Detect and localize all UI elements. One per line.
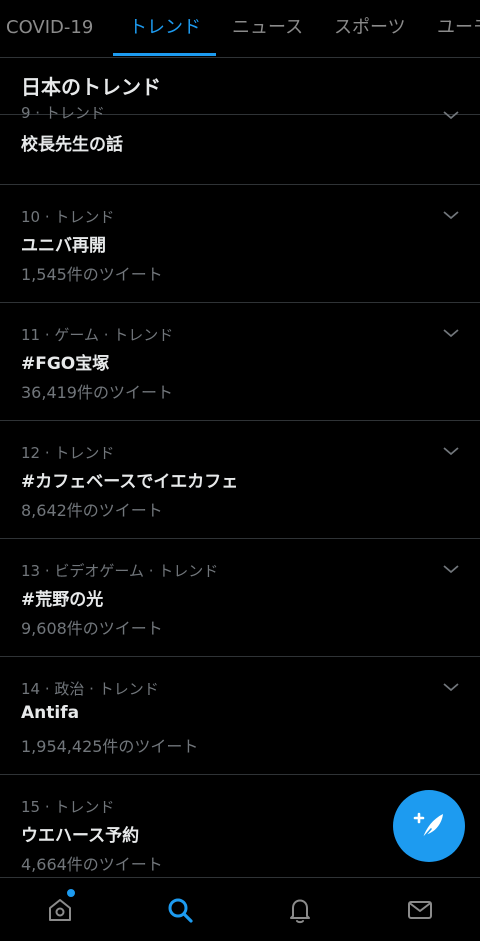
trend-item[interactable]: 13 · ビデオゲーム · トレンド #荒野の光 9,608件のツイート — [0, 539, 480, 657]
trend-name: #FGO宝塚 — [21, 354, 110, 374]
trend-item[interactable]: 11 · ゲーム · トレンド #FGO宝塚 36,419件のツイート — [0, 303, 480, 421]
chevron-down-icon[interactable] — [442, 109, 460, 121]
home-icon — [49, 899, 71, 921]
tweet-count: 1,545件のツイート — [21, 265, 163, 284]
tweet-count: 9,608件のツイート — [21, 619, 163, 638]
bottom-navigation — [0, 877, 480, 941]
bell-icon — [290, 899, 310, 924]
trend-meta: 11 · ゲーム · トレンド — [21, 326, 174, 344]
trend-meta: 9 · トレンド — [21, 104, 105, 122]
trend-meta: 14 · 政治 · トレンド — [21, 680, 159, 698]
trend-name: ユニバ再開 — [21, 236, 106, 256]
trend-name: ウエハース予約 — [21, 826, 140, 846]
active-tab-indicator — [113, 53, 216, 56]
trend-item[interactable]: 10 · トレンド ユニバ再開 1,545件のツイート — [0, 185, 480, 303]
tweet-count: 36,419件のツイート — [21, 383, 173, 402]
tweet-count: 8,642件のツイート — [21, 501, 163, 520]
nav-notifications[interactable] — [280, 890, 320, 930]
chevron-down-icon[interactable] — [442, 681, 460, 693]
trend-meta: 13 · ビデオゲーム · トレンド — [21, 562, 219, 580]
explore-tabs: COVID-19 トレンド ニュース スポーツ ユーモ — [0, 0, 480, 58]
trend-name: #カフェベースでイエカフェ — [21, 472, 239, 492]
nav-home[interactable] — [40, 888, 80, 930]
chevron-down-icon[interactable] — [442, 327, 460, 339]
nav-search[interactable] — [160, 890, 200, 930]
search-icon — [168, 898, 193, 923]
chevron-down-icon[interactable] — [442, 563, 460, 575]
trend-item[interactable]: 9 · トレンド 校長先生の話 — [0, 104, 480, 185]
trend-item[interactable]: 14 · 政治 · トレンド Antifa 1,954,425件のツイート — [0, 657, 480, 775]
tab-trends[interactable]: トレンド — [129, 0, 201, 57]
compose-feather-icon — [413, 812, 443, 839]
tab-humor[interactable]: ユーモ — [437, 0, 480, 57]
trend-meta: 15 · トレンド — [21, 798, 115, 816]
trend-item[interactable]: 12 · トレンド #カフェベースでイエカフェ 8,642件のツイート — [0, 421, 480, 539]
trend-name: Antifa — [21, 703, 80, 723]
tab-sports[interactable]: スポーツ — [334, 0, 406, 57]
tab-news[interactable]: ニュース — [232, 0, 303, 57]
trend-meta: 10 · トレンド — [21, 208, 115, 226]
trend-name: 校長先生の話 — [21, 135, 123, 155]
trend-name: #荒野の光 — [21, 590, 104, 610]
trend-meta: 12 · トレンド — [21, 444, 115, 462]
tweet-count: 4,664件のツイート — [21, 855, 163, 874]
nav-messages[interactable] — [400, 890, 440, 930]
compose-tweet-button[interactable] — [393, 790, 465, 862]
tweet-count: 1,954,425件のツイート — [21, 737, 199, 756]
section-title: 日本のトレンド — [21, 75, 161, 99]
chevron-down-icon[interactable] — [442, 445, 460, 457]
mail-icon — [408, 901, 432, 919]
notification-dot — [66, 888, 76, 898]
tab-covid19[interactable]: COVID-19 — [6, 0, 93, 57]
chevron-down-icon[interactable] — [442, 209, 460, 221]
